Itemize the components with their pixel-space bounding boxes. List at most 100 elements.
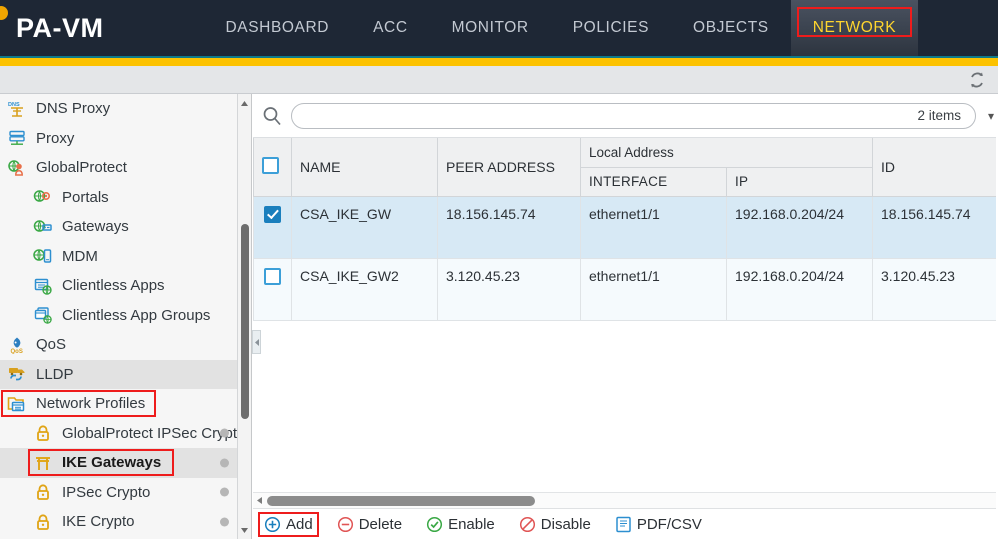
nav-tab-dashboard[interactable]: DASHBOARD bbox=[204, 0, 352, 56]
sidebar-item-ike-gateways[interactable]: IKE Gateways bbox=[0, 448, 251, 478]
col-name-header[interactable]: NAME bbox=[291, 138, 438, 197]
table-group-header-row: NAME PEER ADDRESS Local Address ID bbox=[253, 138, 998, 197]
action-label: Add bbox=[286, 515, 313, 533]
col-peer-address-header[interactable]: PEER ADDRESS bbox=[437, 138, 581, 197]
nav-tab-label: NETWORK bbox=[812, 19, 897, 36]
enable-button[interactable]: Enable bbox=[423, 514, 498, 535]
sidebar-item-ike-crypto[interactable]: IKE Crypto bbox=[0, 507, 251, 537]
sidebar-item-label: Proxy bbox=[36, 129, 75, 147]
row-checkbox[interactable] bbox=[264, 267, 281, 285]
sidebar-item-status-dot bbox=[220, 487, 229, 497]
cell-peer-address: 18.156.145.74 bbox=[437, 195, 581, 259]
brand-logo: PA-VM bbox=[0, 0, 124, 56]
no-entry-circle-icon bbox=[519, 516, 536, 533]
cell-name[interactable]: CSA_IKE_GW2 bbox=[291, 257, 438, 321]
nav-tab-label: OBJECTS bbox=[693, 19, 769, 36]
minus-circle-icon bbox=[337, 516, 354, 533]
select-all-cell bbox=[253, 138, 292, 197]
select-all-checkbox[interactable] bbox=[262, 156, 279, 174]
row-select-cell bbox=[253, 257, 292, 321]
sidebar-item-dns-proxy[interactable]: DNS DNS Proxy bbox=[0, 94, 251, 124]
accent-bar bbox=[0, 58, 998, 66]
svg-text:DNS: DNS bbox=[8, 102, 20, 108]
row-select-cell bbox=[253, 195, 292, 259]
nav-tab-objects[interactable]: OBJECTS bbox=[671, 0, 791, 56]
pdf-csv-icon bbox=[615, 516, 632, 533]
scroll-up-arrow-icon[interactable] bbox=[238, 96, 251, 110]
pdf-csv-button[interactable]: PDF/CSV bbox=[612, 514, 705, 535]
horizontal-scroll-track[interactable] bbox=[267, 493, 998, 509]
cell-peer-address: 3.120.45.23 bbox=[437, 257, 581, 321]
sidebar-item-lldp[interactable]: LLDP bbox=[0, 359, 251, 389]
ike-gateways-table: NAME PEER ADDRESS Local Address ID INTER… bbox=[253, 138, 998, 321]
col-ip-header[interactable]: IP bbox=[726, 167, 873, 197]
sidebar-item-globalprotect[interactable]: GlobalProtect bbox=[0, 153, 251, 183]
brand-title: PA-VM bbox=[16, 12, 104, 43]
sidebar-item-status-dot bbox=[220, 517, 229, 527]
refresh-icon[interactable] bbox=[964, 68, 990, 92]
sidebar-scrollbar[interactable] bbox=[237, 94, 251, 539]
search-row: 2 items ▾ bbox=[253, 94, 998, 138]
clientless-apps-icon bbox=[32, 276, 54, 296]
search-box[interactable]: 2 items bbox=[291, 102, 976, 129]
sidebar-item-network-profiles[interactable]: Network Profiles bbox=[0, 389, 251, 419]
cell-name[interactable]: CSA_IKE_GW bbox=[291, 195, 438, 259]
col-id-header[interactable]: ID bbox=[872, 138, 998, 197]
sidebar-item-ipsec-crypto[interactable]: IPSec Crypto bbox=[0, 478, 251, 508]
sidebar-item-label: Portals bbox=[62, 188, 109, 206]
cell-interface: ethernet1/1 bbox=[580, 195, 727, 259]
plus-circle-icon bbox=[264, 516, 281, 533]
search-input[interactable] bbox=[292, 104, 918, 127]
lock-icon bbox=[32, 512, 54, 532]
sidebar-item-clientless-app-groups[interactable]: Clientless App Groups bbox=[0, 301, 251, 331]
sidebar-item-qos[interactable]: QoS QoS bbox=[0, 330, 251, 360]
search-icon[interactable] bbox=[253, 105, 291, 127]
action-label: PDF/CSV bbox=[636, 515, 702, 533]
sidebar-item-globalprotect-ipsec-crypto[interactable]: GlobalProtect IPSec Crypto bbox=[0, 419, 251, 449]
scroll-down-arrow-icon[interactable] bbox=[238, 523, 251, 537]
cell-ip: 192.168.0.204/24 bbox=[726, 195, 873, 259]
action-label: Disable bbox=[540, 515, 591, 533]
sidebar-item-portals[interactable]: Portals bbox=[0, 183, 251, 213]
table-row[interactable]: CSA_IKE_GW 18.156.145.74 ethernet1/1 192.16… bbox=[253, 195, 998, 259]
sidebar-item-label: MDM bbox=[62, 247, 98, 265]
add-button[interactable]: Add bbox=[258, 511, 319, 537]
nav-tab-policies[interactable]: POLICIES bbox=[551, 0, 671, 56]
sidebar-item-label: LLDP bbox=[36, 365, 74, 383]
collapse-left-arrow-icon[interactable] bbox=[252, 330, 261, 354]
delete-button[interactable]: Delete bbox=[334, 514, 405, 535]
table-head: NAME PEER ADDRESS Local Address ID INTER… bbox=[253, 138, 998, 197]
sidebar-scroll-thumb[interactable] bbox=[241, 224, 249, 419]
clientless-app-groups-icon bbox=[32, 305, 54, 325]
globalprotect-icon bbox=[6, 158, 28, 178]
dns-proxy-icon: DNS bbox=[6, 99, 28, 119]
sidebar-item-label: Clientless Apps bbox=[62, 277, 165, 295]
nav-tab-monitor[interactable]: MONITOR bbox=[430, 0, 551, 56]
sidebar-item-proxy[interactable]: Proxy bbox=[0, 124, 251, 154]
col-local-address-group-header: Local Address bbox=[580, 138, 873, 168]
svg-text:QoS: QoS bbox=[11, 349, 23, 354]
nav-tab-network[interactable]: NETWORK bbox=[790, 0, 919, 56]
table-row[interactable]: CSA_IKE_GW2 3.120.45.23 ethernet1/1 192.168… bbox=[253, 257, 998, 321]
nav-tab-acc[interactable]: ACC bbox=[351, 0, 430, 56]
sidebar-item-label: DNS Proxy bbox=[36, 100, 111, 118]
portals-icon bbox=[32, 187, 54, 207]
lock-icon bbox=[32, 482, 54, 502]
horizontal-scrollbar[interactable] bbox=[253, 492, 998, 508]
lldp-icon bbox=[6, 364, 28, 384]
brand-arrow-icon bbox=[0, 6, 8, 20]
row-checkbox[interactable] bbox=[264, 205, 281, 223]
sidebar-item-label: QoS bbox=[36, 336, 67, 354]
sidebar: DNS DNS Proxy Proxy GlobalProtect Portals Gat… bbox=[0, 94, 252, 539]
horizontal-scroll-thumb[interactable] bbox=[267, 495, 535, 506]
disable-button[interactable]: Disable bbox=[516, 514, 594, 535]
sidebar-item-label: IPSec Crypto bbox=[62, 483, 151, 501]
col-interface-header[interactable]: INTERFACE bbox=[580, 167, 727, 197]
scroll-left-arrow-icon[interactable] bbox=[253, 496, 267, 505]
nav-tabs: DASHBOARD ACC MONITOR POLICIES OBJECTS NETWOR… bbox=[204, 0, 919, 56]
sidebar-item-clientless-apps[interactable]: Clientless Apps bbox=[0, 271, 251, 301]
sidebar-item-mdm[interactable]: MDM bbox=[0, 242, 251, 272]
check-circle-icon bbox=[426, 516, 443, 533]
table-container: NAME PEER ADDRESS Local Address ID INTER… bbox=[253, 138, 998, 539]
sidebar-item-gateways[interactable]: Gateways bbox=[0, 212, 251, 242]
